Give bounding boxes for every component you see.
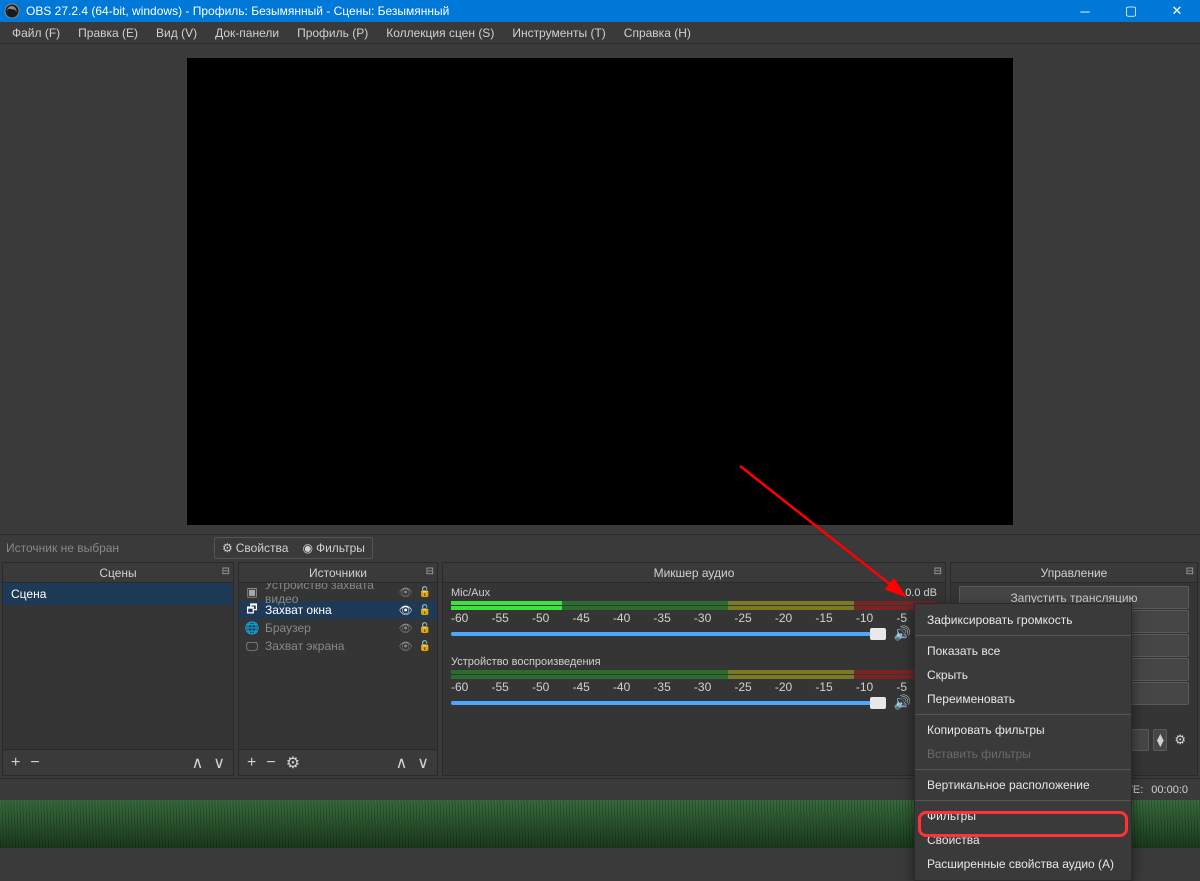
menu-view[interactable]: Вид (V) [148, 24, 205, 42]
source-down-button[interactable]: ∨ [417, 753, 429, 773]
no-source-label: Источник не выбран [6, 541, 206, 555]
titlebar: OBS 27.2.4 (64-bit, windows) - Профиль: … [0, 0, 1200, 22]
ctx-paste-filters: Вставить фильтры [915, 742, 1131, 766]
source-props-button[interactable]: ⚙ [286, 753, 300, 773]
properties-button[interactable]: ⚙ Свойства [216, 539, 294, 557]
sources-header: Источники [309, 566, 367, 580]
obs-icon [4, 3, 20, 19]
source-item[interactable]: 🗗 Захват окна 👁 🔓 [239, 601, 437, 619]
source-item[interactable]: 🌐 Браузер 👁 🔓 [239, 619, 437, 637]
sources-panel: Источники ⊟ ▣Устройство захвата видео👁🔓🗗… [238, 562, 438, 776]
visibility-icon[interactable]: 👁 [399, 640, 413, 653]
preview-area [0, 44, 1200, 534]
context-menu: Зафиксировать громкость Показать все Скр… [914, 603, 1132, 881]
source-toolbar: Источник не выбран ⚙ Свойства ◉ Фильтры [0, 534, 1200, 560]
visibility-icon[interactable]: 👁 [399, 604, 413, 617]
ctx-properties[interactable]: Свойства [915, 828, 1131, 852]
lock-icon[interactable]: 🔓 [419, 605, 431, 616]
remove-source-button[interactable]: − [266, 754, 275, 772]
mixer-channel-desktop: Устройство воспроизведения 0.0 -60-55-50… [443, 652, 945, 721]
speaker-icon[interactable]: 🔊 [894, 625, 911, 642]
menu-help[interactable]: Справка (H) [616, 24, 699, 42]
source-item[interactable]: 🖵 Захват экрана 👁 🔓 [239, 637, 437, 655]
filters-button[interactable]: ◉ Фильтры [296, 539, 370, 557]
popout-icon[interactable]: ⊟ [222, 566, 230, 577]
menu-edit[interactable]: Правка (E) [70, 24, 146, 42]
scene-item[interactable]: Сцена [3, 583, 233, 605]
filter-icon: ◉ [302, 541, 312, 555]
preview-canvas[interactable] [187, 58, 1013, 525]
ctx-show-all[interactable]: Показать все [915, 639, 1131, 663]
scenes-header: Сцены [99, 566, 136, 580]
ctx-advanced-audio[interactable]: Расширенные свойства аудио (A) [915, 852, 1131, 876]
volume-slider[interactable] [451, 701, 886, 705]
live-time: 00:00:0 [1151, 784, 1188, 796]
visibility-icon[interactable]: 👁 [399, 622, 413, 635]
speaker-icon[interactable]: 🔊 [894, 694, 911, 711]
maximize-button[interactable]: ▢ [1108, 0, 1154, 22]
ctx-copy-filters[interactable]: Копировать фильтры [915, 718, 1131, 742]
lock-icon[interactable]: 🔓 [419, 587, 431, 598]
spinner-arrows[interactable]: ▲▼ [1153, 729, 1167, 751]
volume-slider[interactable] [451, 632, 886, 636]
ctx-hide[interactable]: Скрыть [915, 663, 1131, 687]
window-title: OBS 27.2.4 (64-bit, windows) - Профиль: … [26, 4, 449, 18]
lock-icon[interactable]: 🔓 [419, 641, 431, 652]
source-name: Захват окна [265, 603, 393, 617]
source-type-icon: ▣ [245, 585, 259, 599]
source-item[interactable]: ▣Устройство захвата видео👁🔓 [239, 583, 437, 601]
ctx-lock-volume[interactable]: Зафиксировать громкость [915, 608, 1131, 632]
popout-icon[interactable]: ⊟ [426, 566, 434, 577]
menu-docks[interactable]: Док-панели [207, 24, 287, 42]
ctx-rename[interactable]: Переименовать [915, 687, 1131, 711]
source-type-icon: 🗗 [245, 600, 259, 621]
add-source-button[interactable]: + [247, 754, 256, 772]
transition-gear-icon[interactable]: ⚙ [1171, 732, 1189, 748]
scene-up-button[interactable]: ∧ [192, 753, 204, 773]
remove-scene-button[interactable]: − [30, 754, 39, 772]
scene-down-button[interactable]: ∨ [213, 753, 225, 773]
scenes-panel: Сцены ⊟ Сцена + − ∧ ∨ [2, 562, 234, 776]
popout-icon[interactable]: ⊟ [1186, 566, 1194, 577]
mixer-panel: Микшер аудио ⊟ Mic/Aux 0.0 dB -60-55-50-… [442, 562, 946, 776]
gear-icon: ⚙ [222, 541, 233, 555]
source-up-button[interactable]: ∧ [396, 753, 408, 773]
menu-scene-collection[interactable]: Коллекция сцен (S) [378, 24, 502, 42]
popout-icon[interactable]: ⊟ [934, 566, 942, 577]
menubar: Файл (F) Правка (E) Вид (V) Док-панели П… [0, 22, 1200, 44]
ctx-vertical-layout[interactable]: Вертикальное расположение [915, 773, 1131, 797]
visibility-icon[interactable]: 👁 [399, 586, 413, 599]
lock-icon[interactable]: 🔓 [419, 623, 431, 634]
source-name: Браузер [265, 621, 393, 635]
mixer-channel-mic: Mic/Aux 0.0 dB -60-55-50-45-40-35-30-25-… [443, 583, 945, 652]
source-type-icon: 🌐 [245, 621, 259, 635]
ctx-filters[interactable]: Фильтры [915, 804, 1131, 828]
minimize-button[interactable]: ─ [1062, 0, 1108, 22]
mixer-header: Микшер аудио [654, 566, 735, 580]
controls-header: Управление [1041, 566, 1108, 580]
add-scene-button[interactable]: + [11, 754, 20, 772]
menu-file[interactable]: Файл (F) [4, 24, 68, 42]
source-name: Захват экрана [265, 639, 393, 653]
menu-profile[interactable]: Профиль (P) [289, 24, 376, 42]
menu-tools[interactable]: Инструменты (T) [504, 24, 613, 42]
source-type-icon: 🖵 [245, 639, 259, 654]
close-button[interactable]: ✕ [1154, 0, 1200, 22]
